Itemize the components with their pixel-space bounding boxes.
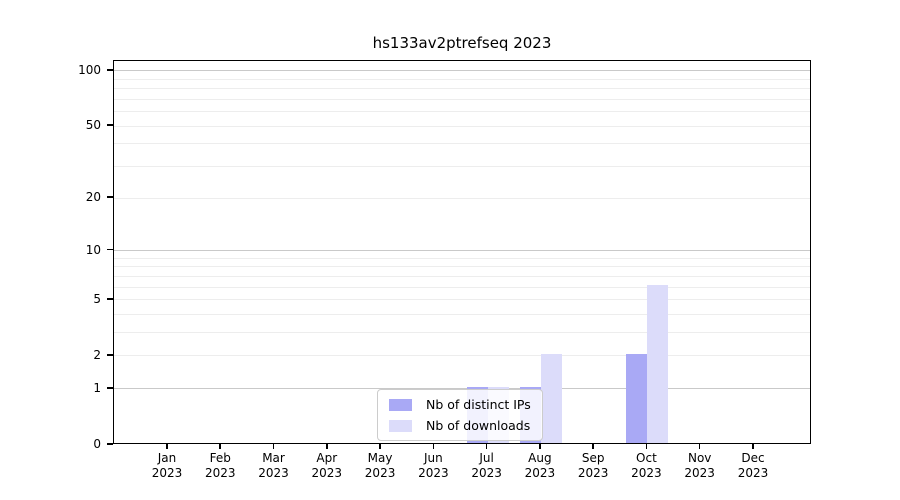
y-tick-label-10: 10	[85, 242, 101, 257]
legend-label-downloads: Nb of downloads	[426, 418, 531, 433]
bar-downloads-oct-2023	[647, 285, 669, 443]
y-tick-50	[107, 124, 113, 126]
x-tick-label-dec-2023: Dec 2023	[737, 451, 769, 480]
y-tick-label-5: 5	[93, 291, 101, 306]
y-tick-label-100: 100	[78, 62, 101, 77]
legend-item-downloads: Nb of downloads	[389, 418, 531, 433]
x-tick-apr-2023	[326, 444, 328, 449]
x-tick-jan-2023	[166, 444, 168, 449]
x-tick-mar-2023	[272, 444, 275, 449]
x-tick-may-2023	[379, 444, 381, 449]
bar-distinct-ips-oct-2023	[626, 353, 648, 443]
legend-item-distinct-ips: Nb of distinct IPs	[389, 397, 531, 412]
x-axis: Jan 2023 Feb 2023 Mar 2023 Apr 2023 May 2023 Jun 20…	[113, 444, 811, 494]
legend-swatch-distinct-ips	[389, 398, 412, 411]
x-tick-sep-2023	[592, 444, 594, 449]
x-tick-feb-2023	[219, 444, 222, 449]
bars-layer	[114, 61, 810, 443]
y-axis: 0 1 2 5 10 20 50 100	[0, 60, 113, 451]
y-tick-5	[107, 297, 113, 300]
y-tick-label-20: 20	[85, 190, 101, 205]
legend: Nb of distinct IPs Nb of downloads	[377, 389, 543, 441]
y-tick-20	[107, 196, 113, 198]
y-tick-label-50: 50	[85, 118, 101, 133]
y-tick-label-0: 0	[93, 437, 101, 451]
legend-label-distinct-ips: Nb of distinct IPs	[426, 397, 531, 412]
chart-figure: hs133av2ptrefseq 2023 Nb of distinct IPs…	[0, 0, 900, 500]
x-tick-jun-2023	[432, 444, 435, 449]
x-tick-nov-2023	[698, 444, 701, 449]
x-tick-aug-2023	[539, 444, 541, 449]
y-tick-1	[107, 387, 113, 389]
legend-swatch-downloads	[389, 419, 412, 432]
y-tick-100	[107, 69, 113, 71]
plot-area: Nb of distinct IPs Nb of downloads	[113, 60, 811, 444]
y-tick-2	[107, 354, 113, 356]
bar-downloads-aug-2023	[540, 353, 562, 443]
x-tick-oct-2023	[645, 444, 648, 449]
x-tick-dec-2023	[752, 444, 754, 449]
y-tick-label-1: 1	[93, 380, 101, 395]
x-tick-jul-2023	[485, 444, 488, 449]
y-tick-label-2: 2	[93, 347, 101, 362]
chart-title: hs133av2ptrefseq 2023	[372, 34, 552, 52]
y-tick-10	[107, 248, 113, 251]
